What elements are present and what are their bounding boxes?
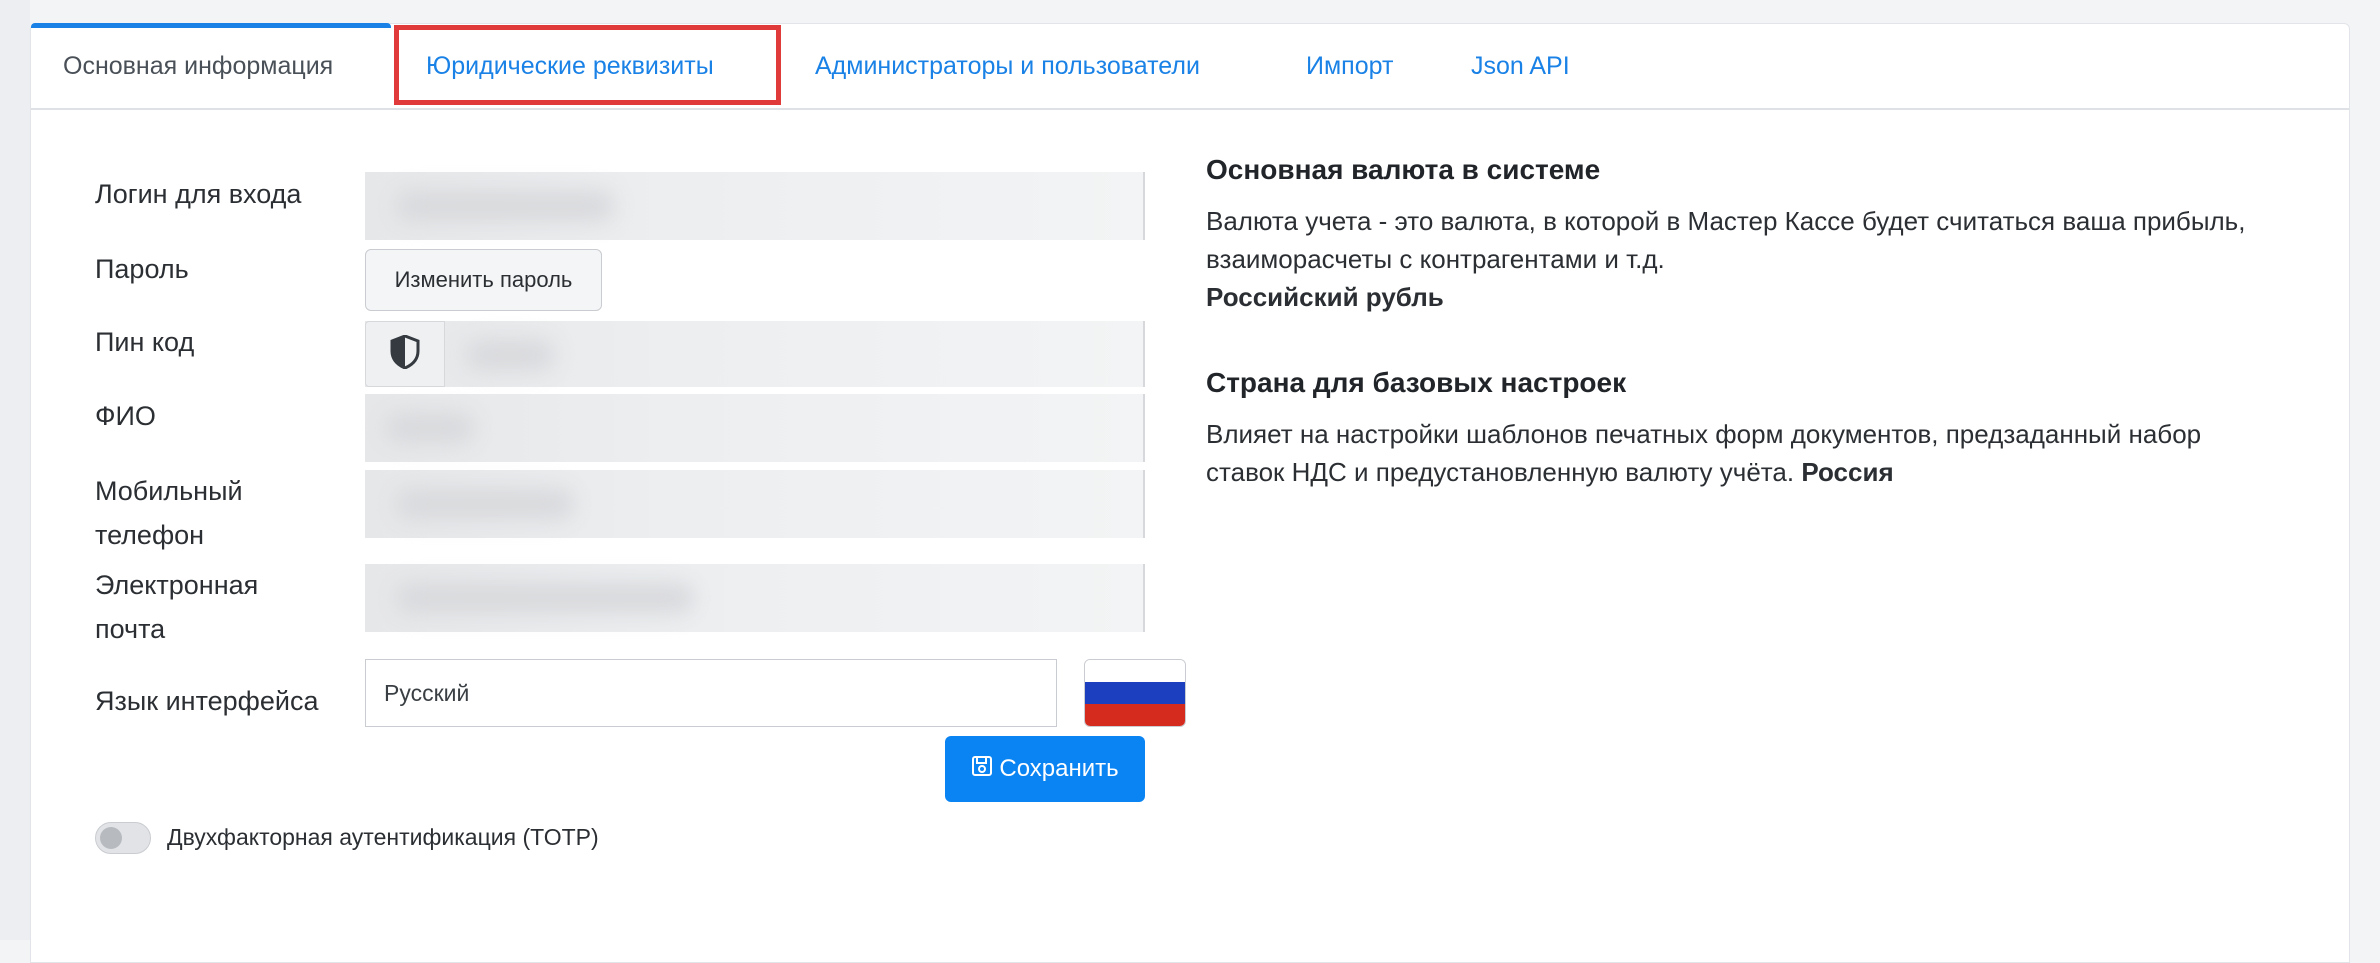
login-field[interactable] (365, 172, 1145, 240)
email-label-line2: почта (95, 614, 166, 644)
shield-icon (390, 333, 420, 374)
tab-highlight-box (394, 25, 781, 105)
country-description: Влияет на настройки шаблонов печатных фо… (1206, 415, 2326, 491)
fio-label: ФИО (95, 401, 156, 431)
email-label-line1: Электронная (95, 570, 259, 600)
two-factor-label: Двухфакторная аутентификация (TOTP) (167, 824, 599, 850)
currency-text-line2: взаиморасчеты с контрагентами и т.д. (1206, 244, 1665, 274)
settings-panel: Основная информация Юридические реквизит… (30, 23, 2350, 963)
currency-text-line1: Валюта учета - это валюта, в которой в М… (1206, 206, 2246, 236)
tab-basic-info[interactable]: Основная информация (63, 24, 333, 108)
pin-addon (365, 321, 445, 387)
save-button[interactable]: Сохранить (945, 736, 1145, 802)
currency-value: Российский рубль (1206, 282, 1444, 312)
russia-flag-icon (1084, 659, 1186, 727)
floppy-disk-icon (971, 755, 993, 784)
fio-field[interactable] (365, 394, 1145, 462)
blurred-value (465, 339, 555, 371)
two-factor-toggle[interactable] (95, 822, 151, 854)
mobile-label-line1: Мобильный (95, 476, 243, 506)
tab-import[interactable]: Импорт (1306, 24, 1393, 108)
language-label: Язык интерфейса (95, 686, 319, 716)
country-text-line1: Влияет на настройки шаблонов печатных фо… (1206, 419, 2202, 449)
blurred-value (395, 190, 615, 222)
currency-description: Валюта учета - это валюта, в которой в М… (1206, 202, 2326, 316)
email-field[interactable] (365, 564, 1145, 632)
country-text-line2: ставок НДС и предустановленную валюту уч… (1206, 457, 1795, 487)
tab-admins-users[interactable]: Администраторы и пользователи (815, 24, 1200, 108)
pin-field[interactable] (365, 321, 1145, 387)
blurred-value (395, 488, 575, 520)
country-value: Россия (1801, 457, 1894, 487)
pin-label: Пин код (95, 327, 195, 357)
language-select[interactable]: Русский (365, 659, 1057, 727)
currency-title: Основная валюта в системе (1206, 154, 1601, 185)
page-left-strip (0, 0, 30, 940)
password-label: Пароль (95, 254, 189, 284)
mobile-label-line2: телефон (95, 520, 205, 550)
change-password-button[interactable]: Изменить пароль (365, 249, 602, 311)
toggle-knob (100, 827, 122, 849)
login-label: Логин для входа (95, 179, 302, 209)
country-title: Страна для базовых настроек (1206, 367, 1627, 398)
mobile-field[interactable] (365, 470, 1145, 538)
blurred-value (395, 582, 695, 614)
blurred-value (385, 412, 475, 444)
save-button-label: Сохранить (999, 755, 1119, 782)
tab-json-api[interactable]: Json API (1471, 24, 1570, 108)
tab-bar: Основная информация Юридические реквизит… (31, 23, 2349, 110)
